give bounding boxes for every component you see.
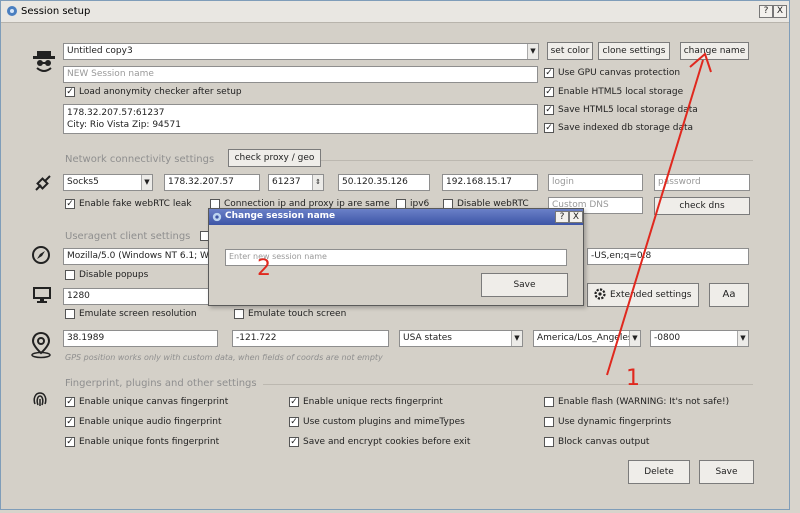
annotation-number-one: 1: [626, 366, 640, 391]
annotation-number-two: 2: [257, 256, 271, 281]
annotation-arrow: [606, 52, 712, 376]
